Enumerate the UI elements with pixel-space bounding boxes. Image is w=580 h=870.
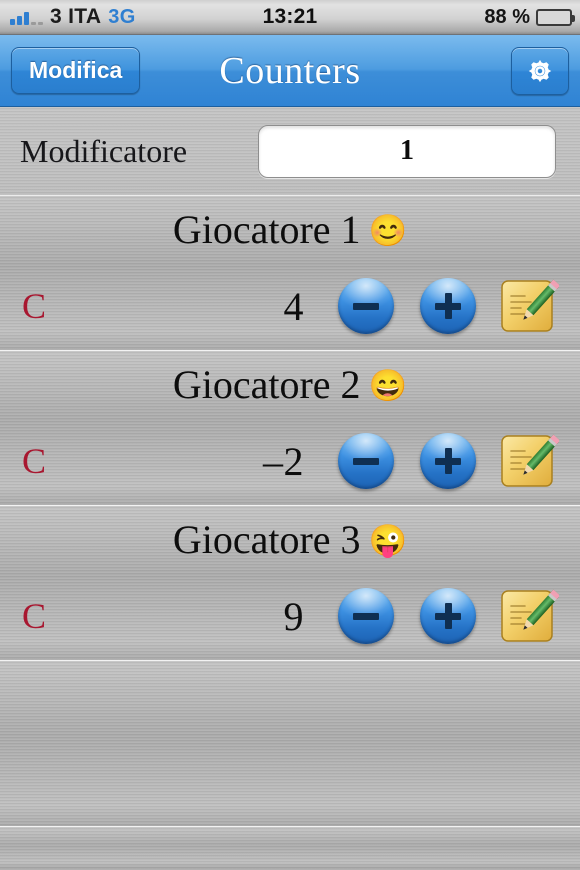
player-name-label: Giocatore 3 [172,517,361,562]
gear-icon [525,56,555,86]
list-tail [0,827,580,867]
clear-counter-button[interactable]: C [22,598,46,634]
increment-button[interactable] [420,588,476,644]
player-controls: C 4 [0,275,580,337]
battery-percent-label: 88 % [484,5,530,28]
edit-note-button[interactable] [499,431,559,491]
memo-pencil-icon [499,276,559,336]
app-root: 3 ITA 3G 13:21 88 % Modifica Counters Mo… [0,0,580,870]
plus-icon [435,603,461,629]
player-score: 9 [283,593,304,639]
player-controls: C 9 [0,585,580,647]
increment-button[interactable] [420,278,476,334]
battery-icon [536,8,575,26]
player-name-row: Giocatore 1 😊 [0,206,580,253]
player-controls: C –2 [0,430,580,492]
minus-icon [353,603,379,629]
player-name-row: Giocatore 2 😄 [0,361,580,408]
player-row-3: Giocatore 3 😜 C 9 [0,506,580,661]
modifier-input[interactable] [258,124,556,178]
decrement-button[interactable] [338,433,394,489]
player-name-label: Giocatore 1 [172,207,361,252]
plus-icon [435,448,461,474]
player-row-1: Giocatore 1 😊 C 4 [0,196,580,351]
empty-row [0,661,580,827]
grinning-face-with-smiling-eyes-icon: 😄 [368,368,408,403]
decrement-button[interactable] [338,278,394,334]
navigation-bar: Modifica Counters [0,35,580,107]
counters-list: Modificatore Giocatore 1 😊 C 4 [0,107,580,870]
winking-face-with-tongue-icon: 😜 [368,523,408,558]
plus-icon [435,293,461,319]
player-rows-container: Giocatore 1 😊 C 4 Giocatore 2 😄 C –2 Gio… [0,196,580,661]
status-bar-right: 88 % [484,5,575,29]
increment-button[interactable] [420,433,476,489]
player-score: 4 [283,283,304,329]
settings-button[interactable] [511,46,569,95]
modifier-label: Modificatore [20,132,188,169]
player-name-label: Giocatore 2 [172,362,361,407]
edit-button[interactable]: Modifica [11,47,141,94]
smiling-face-with-smiling-eyes-icon: 😊 [368,213,408,248]
memo-pencil-icon [499,431,559,491]
minus-icon [353,293,379,319]
clear-counter-button[interactable]: C [22,288,46,324]
player-name-row: Giocatore 3 😜 [0,516,580,563]
modifier-row: Modificatore [0,107,580,196]
memo-pencil-icon [499,586,559,646]
player-row-2: Giocatore 2 😄 C –2 [0,351,580,506]
clear-counter-button[interactable]: C [22,443,46,479]
minus-icon [353,448,379,474]
status-bar: 3 ITA 3G 13:21 88 % [0,0,580,35]
decrement-button[interactable] [338,588,394,644]
player-score: –2 [263,438,304,484]
edit-note-button[interactable] [499,276,559,336]
edit-note-button[interactable] [499,586,559,646]
